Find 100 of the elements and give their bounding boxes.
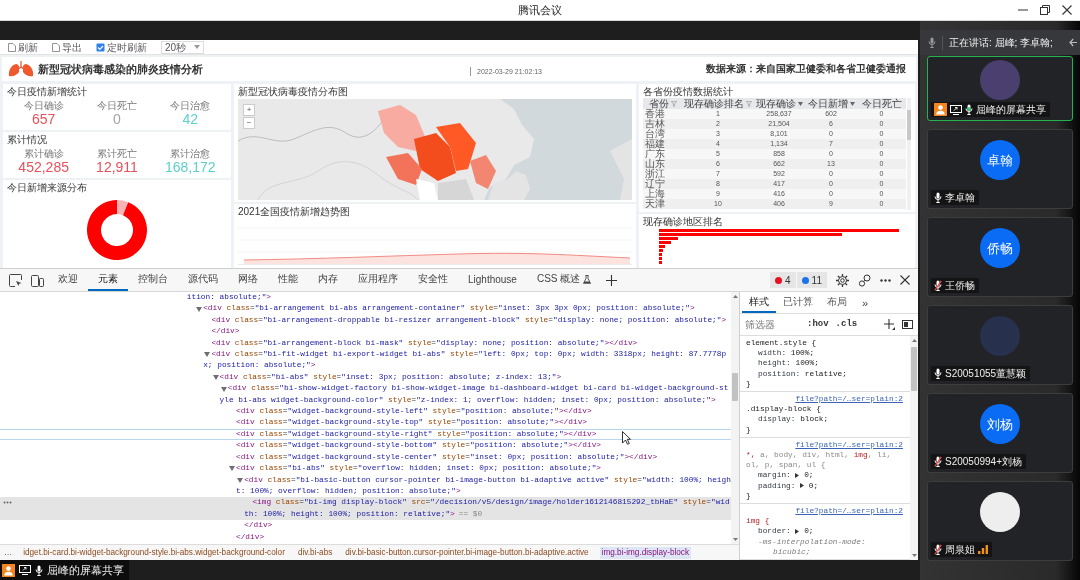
toolbar-button[interactable]: 刷新 xyxy=(8,41,38,53)
card-title: 各省份疫情数据统计 xyxy=(643,86,733,97)
scrollbar-thumb[interactable] xyxy=(907,110,911,140)
pointer-square-icon[interactable] xyxy=(9,273,22,287)
participant-name: S20050994+刘杨 xyxy=(945,455,1022,468)
vertical-scrollbar[interactable] xyxy=(910,336,918,560)
down-triangle-icon[interactable] xyxy=(237,477,244,483)
table-cell: 辽宁 xyxy=(643,179,683,189)
styles-tab[interactable]: 已计算 xyxy=(776,292,820,313)
breadcrumb[interactable]: img.bi-img.display-block xyxy=(599,546,691,559)
participant-name: 屈峰的屏幕共享 xyxy=(976,103,1046,116)
left-arrow-icon[interactable] xyxy=(1069,38,1077,47)
table-cell: 香港 xyxy=(643,109,683,119)
participant-tile[interactable]: S20051055董慧颖 xyxy=(927,305,1073,385)
devtools-tab[interactable]: 安全性 xyxy=(408,269,458,291)
plus-icon[interactable] xyxy=(606,274,618,286)
document-icon xyxy=(8,42,16,52)
map-drawing[interactable] xyxy=(238,99,632,200)
settings-icon[interactable] xyxy=(836,273,849,287)
participant-name: 王侨畅 xyxy=(945,279,975,292)
right-triangle-icon[interactable] xyxy=(800,483,805,489)
map-zoom-button[interactable]: − xyxy=(243,117,255,129)
checkbox-icon[interactable] xyxy=(96,42,105,52)
styles-tab[interactable]: 样式 xyxy=(742,292,776,313)
close-icon[interactable] xyxy=(1062,5,1072,15)
table-cell: 天津 xyxy=(643,199,683,209)
down-triangle-icon[interactable] xyxy=(911,554,917,557)
microphone-icon xyxy=(928,37,936,48)
devtools-tab[interactable]: 应用程序 xyxy=(348,269,408,291)
column-header[interactable]: 现存确诊排名 xyxy=(683,98,753,109)
restore-icon[interactable] xyxy=(1040,5,1050,15)
devtools-tab[interactable]: 网络 xyxy=(228,269,268,291)
dropdown[interactable]: 20秒 xyxy=(161,40,205,54)
table-cell: 吉林 xyxy=(643,119,683,129)
column-header[interactable]: 省份 xyxy=(643,98,683,109)
stat-label: 累计确诊 xyxy=(23,148,64,159)
breadcrumb[interactable]: div.bi-abs xyxy=(295,546,335,559)
vertical-scrollbar[interactable] xyxy=(731,292,739,544)
phone-tablet-icon[interactable] xyxy=(31,273,44,287)
devtools-tab[interactable]: 源代码 xyxy=(178,269,228,291)
devtools-tab[interactable]: 内存 xyxy=(308,269,348,291)
stat-value: 657 xyxy=(32,111,56,127)
devtools-tab[interactable]: CSS 概述 xyxy=(526,269,602,291)
devtools-tab[interactable]: 欢迎 xyxy=(48,269,88,291)
card-title: 今日新增来源分布 xyxy=(7,182,87,193)
issue-counter[interactable]: 11 xyxy=(796,272,827,288)
person-icon xyxy=(2,563,15,577)
scrollbar-thumb[interactable] xyxy=(732,373,738,401)
up-triangle-icon[interactable] xyxy=(911,339,917,342)
checkbox-option[interactable]: 定时刷新 xyxy=(96,41,147,53)
breadcrumb[interactable]: div.bi-basic-button.cursor-pointer.bi-image-button.bi-adaptive.active xyxy=(343,546,591,559)
scrollbar-thumb[interactable] xyxy=(911,347,917,391)
down-triangle-icon[interactable] xyxy=(732,538,738,541)
card-title: 新型冠状病毒疫情分布图 xyxy=(238,86,348,97)
map-zoom-button[interactable]: + xyxy=(243,104,255,116)
more-tabs-button[interactable]: » xyxy=(854,292,877,313)
participant-name: 周泉姐 xyxy=(945,543,975,556)
table-cell: 浙江 xyxy=(643,169,683,179)
participant-name: 李卓翰 xyxy=(945,191,975,204)
vertical-scrollbar[interactable] xyxy=(907,98,911,210)
down-triangle-icon[interactable] xyxy=(212,375,219,381)
column-header[interactable]: 今日死亡 xyxy=(857,98,906,109)
up-triangle-icon[interactable] xyxy=(732,295,738,298)
down-triangle-icon[interactable] xyxy=(196,306,203,312)
breadcrumb-overflow-button[interactable]: … xyxy=(4,546,13,559)
toggle-button[interactable]: :hov xyxy=(807,319,829,330)
toggle-button[interactable]: .cls xyxy=(835,319,858,330)
more-icon[interactable] xyxy=(880,278,891,282)
stat-label: 今日治愈 xyxy=(170,100,211,111)
right-triangle-icon[interactable] xyxy=(795,472,800,478)
participant-tile[interactable]: 屈峰的屏幕共享 xyxy=(927,56,1073,121)
card-title: 现存确诊地区排名 xyxy=(643,216,723,227)
down-triangle-icon[interactable] xyxy=(797,101,803,106)
close-icon[interactable] xyxy=(900,275,910,285)
down-triangle-icon[interactable] xyxy=(204,352,211,358)
toolbar-button[interactable]: 导出 xyxy=(52,41,82,53)
mouse-cursor-icon xyxy=(622,431,631,445)
devtools-tab[interactable]: 元素 xyxy=(88,269,128,291)
column-header[interactable]: 现存确诊 xyxy=(753,98,805,109)
devtools-tab[interactable]: Lighthouse xyxy=(458,269,527,291)
column-header[interactable]: 今日新增 xyxy=(805,98,857,109)
linked-circles-icon[interactable] xyxy=(858,273,871,287)
panel-icon[interactable] xyxy=(902,320,913,329)
down-triangle-icon[interactable] xyxy=(220,386,227,392)
issue-counter[interactable]: 4 xyxy=(770,272,796,288)
participant-tile[interactable]: 刘杨 S20050994+刘杨 xyxy=(927,393,1073,473)
stat-value: 12,911 xyxy=(96,159,138,175)
down-triangle-icon[interactable] xyxy=(229,466,235,472)
styles-tab[interactable]: 布局 xyxy=(820,292,854,313)
stat-value: 452,285 xyxy=(18,159,69,175)
devtools-tab[interactable]: 控制台 xyxy=(128,269,178,291)
participant-tile[interactable]: 卓翰 李卓翰 xyxy=(927,129,1073,209)
participant-tile[interactable]: 周泉姐 xyxy=(927,481,1073,561)
down-triangle-icon[interactable] xyxy=(849,101,855,106)
card-title: 累计情况 xyxy=(7,134,47,145)
participant-tile[interactable]: 侨畅 王侨畅 xyxy=(927,217,1073,297)
plus-icon[interactable] xyxy=(884,319,895,330)
breadcrumb[interactable]: idget.bi-card.bi-widget-background-style.bi-abs.widget-background-color xyxy=(21,546,287,559)
right-triangle-icon[interactable] xyxy=(795,528,800,534)
devtools-tab[interactable]: 性能 xyxy=(268,269,308,291)
